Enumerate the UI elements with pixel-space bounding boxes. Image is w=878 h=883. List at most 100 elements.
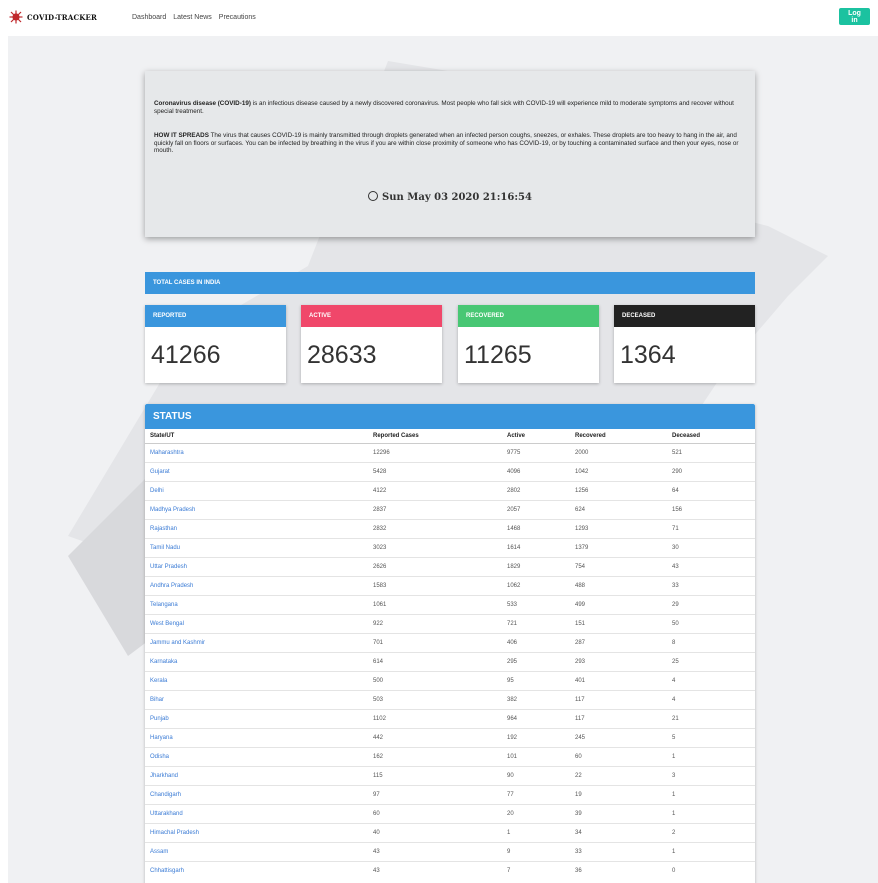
table-cell: 8 [672,633,755,653]
state-link[interactable]: Rajasthan [145,519,373,539]
table-cell: 29 [672,595,755,615]
state-link[interactable]: Kerala [145,671,373,691]
table-cell: 503 [373,690,507,710]
status-header: STATUS [145,404,755,429]
table-cell: 295 [507,652,575,672]
col-deceased[interactable]: Deceased [672,429,755,444]
active-label: ACTIVE [301,305,442,327]
table-cell: 2837 [373,500,507,520]
state-link[interactable]: Bihar [145,690,373,710]
table-cell: 922 [373,614,507,634]
table-cell: 1 [672,785,755,805]
login-button[interactable]: Log in [839,8,870,25]
table-cell: 499 [575,595,672,615]
table-cell: 1293 [575,519,672,539]
recovered-value: 11265 [464,341,532,369]
table-cell: 754 [575,557,672,577]
table-row: Jharkhand 115 90 22 3 [145,766,755,786]
state-link[interactable]: Madhya Pradesh [145,500,373,520]
info-card: Coronavirus disease (COVID-19) is an inf… [145,71,755,237]
brand-logo[interactable]: COVID-TRACKER [8,10,97,24]
table-row: Maharashtra 12296 9775 2000 521 [145,443,755,463]
state-link[interactable]: Odisha [145,747,373,767]
table-cell: 33 [575,842,672,862]
table-cell: 2057 [507,500,575,520]
state-link[interactable]: Karnataka [145,652,373,672]
state-link[interactable]: Gujarat [145,462,373,482]
table-cell: 245 [575,728,672,748]
table-cell: 488 [575,576,672,596]
table-cell: 43 [373,842,507,862]
state-link[interactable]: Haryana [145,728,373,748]
table-cell: 2000 [575,443,672,463]
col-state[interactable]: State/UT [145,429,373,444]
table-row: Rajasthan 2832 1468 1293 71 [145,519,755,539]
state-link[interactable]: West Bengal [145,614,373,634]
table-cell: 287 [575,633,672,653]
table-row: Kerala 500 95 401 4 [145,671,755,691]
state-link[interactable]: Maharashtra [145,443,373,463]
navbar: COVID-TRACKER Dashboard Latest News Prec… [0,0,878,36]
table-cell: 36 [575,861,672,880]
table-cell: 1102 [373,709,507,729]
state-link[interactable]: Chhattisgarh [145,861,373,880]
state-link[interactable]: Chandigarh [145,785,373,805]
status-table-body: Maharashtra 12296 9775 2000 521 Gujarat 5428 40… [145,443,755,880]
table-cell: 721 [507,614,575,634]
table-cell: 162 [373,747,507,767]
table-cell: 1062 [507,576,575,596]
nav-precautions[interactable]: Precautions [219,14,256,21]
table-header-row: State/UT Reported Cases Active Recovered… [145,429,755,444]
table-cell: 64 [672,481,755,501]
table-cell: 90 [507,766,575,786]
state-link[interactable]: Jammu and Kashmir [145,633,373,653]
table-cell: 43 [373,861,507,880]
table-cell: 71 [672,519,755,539]
table-cell: 1 [672,804,755,824]
state-link[interactable]: Delhi [145,481,373,501]
table-row: Uttarakhand 60 20 39 1 [145,804,755,824]
table-cell: 95 [507,671,575,691]
col-recovered[interactable]: Recovered [575,429,672,444]
brand-name: COVID-TRACKER [27,12,98,22]
active-value: 28633 [307,341,377,369]
table-cell: 4 [672,671,755,691]
state-link[interactable]: Uttarakhand [145,804,373,824]
state-link[interactable]: Telangana [145,595,373,615]
state-link[interactable]: Himachal Pradesh [145,823,373,843]
table-cell: 1829 [507,557,575,577]
table-cell: 442 [373,728,507,748]
reported-card: REPORTED 41266 [145,305,286,383]
table-cell: 2832 [373,519,507,539]
table-cell: 406 [507,633,575,653]
table-row: Tamil Nadu 3023 1614 1379 30 [145,538,755,558]
nav-dashboard[interactable]: Dashboard [132,14,166,21]
state-link[interactable]: Andhra Pradesh [145,576,373,596]
status-table: State/UT Reported Cases Active Recovered… [145,429,755,880]
col-reported[interactable]: Reported Cases [373,429,507,444]
state-link[interactable]: Jharkhand [145,766,373,786]
table-cell: 293 [575,652,672,672]
datetime-text: Sun May 03 2020 21:16:54 [382,192,532,203]
table-cell: 3023 [373,538,507,558]
table-cell: 2 [672,823,755,843]
table-cell: 1468 [507,519,575,539]
table-cell: 4122 [373,481,507,501]
table-row: Jammu and Kashmir 701 406 287 8 [145,633,755,653]
table-row: Gujarat 5428 4096 1042 290 [145,462,755,482]
nav-latest-news[interactable]: Latest News [173,14,212,21]
deceased-card: DECEASED 1364 [614,305,755,383]
recovered-label: RECOVERED [458,305,599,327]
table-cell: 156 [672,500,755,520]
col-active[interactable]: Active [507,429,575,444]
table-cell: 115 [373,766,507,786]
state-link[interactable]: Punjab [145,709,373,729]
state-link[interactable]: Tamil Nadu [145,538,373,558]
table-cell: 5428 [373,462,507,482]
table-cell: 614 [373,652,507,672]
state-link[interactable]: Uttar Pradesh [145,557,373,577]
status-card: STATUS State/UT Reported Cases Active Re… [145,404,755,883]
state-link[interactable]: Assam [145,842,373,862]
table-row: West Bengal 922 721 151 50 [145,614,755,634]
table-cell: 9775 [507,443,575,463]
